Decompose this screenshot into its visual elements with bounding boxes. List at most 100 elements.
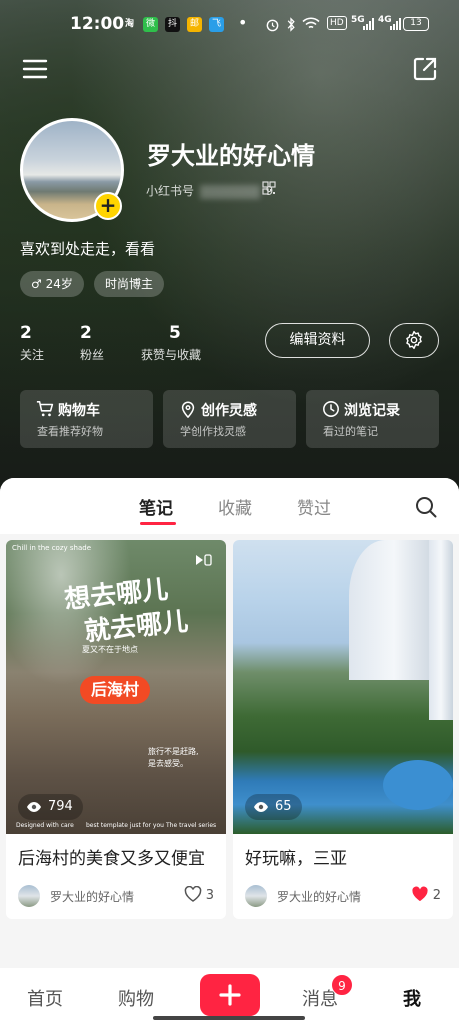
alarm-icon [266,19,279,32]
tab-notes[interactable]: 笔记 [139,494,173,519]
quick-card-inspiration[interactable]: 创作灵感 学创作找灵感 [163,390,296,448]
cover-footer-3: The travel series [166,822,217,829]
wechat-app-icon: 微 [143,17,158,32]
nav-shop[interactable]: 购物 [118,985,154,1011]
note-footer: 罗大业的好心情 3 [6,873,226,919]
nav-me[interactable]: 我 [403,985,421,1011]
hotel-tower [349,540,439,680]
notification-dot-icon: • [238,13,248,32]
stat-following[interactable]: 2 关注 [20,323,44,363]
cover-corner-text: Chill in the cozy shade [12,544,91,552]
quick-card-subtitle: 学创作找灵感 [180,425,246,438]
note-card[interactable]: 65 好玩嘛，三亚 罗大业的好心情 2 [233,540,453,919]
eye-icon [254,802,268,812]
author-avatar[interactable] [245,885,267,907]
tab-collections[interactable]: 收藏 [218,494,252,519]
view-count: 794 [18,794,83,820]
cover-quote-2: 是去感受。 [148,759,188,768]
quick-card-title: 浏览记录 [344,403,400,419]
note-cover-image[interactable]: Chill in the cozy shade 想去哪儿 就去哪儿 夏又不在于地… [6,540,226,834]
profile-bio: 喜欢到处走走，看看 [20,240,156,258]
author-name[interactable]: 罗大业的好心情 [277,888,361,905]
taobao-app-icon: 淘 [124,19,134,29]
like-count: 2 [432,888,441,903]
stat-following-label: 关注 [20,348,45,362]
eye-icon [27,802,41,812]
view-count-value: 65 [275,799,292,814]
heart-filled-icon [412,886,428,901]
cover-quote-1: 旅行不是赶路, [148,747,199,756]
active-tab-indicator [140,522,176,525]
view-count: 65 [245,794,302,820]
video-icon [196,554,212,566]
cover-footer-2: best template just for you [86,822,164,829]
stat-followers-label: 粉丝 [80,348,105,362]
id-label: 小红书号 [146,184,195,198]
like-count: 3 [205,888,214,903]
feishu-app-icon: 飞 [209,17,224,32]
stat-followers[interactable]: 2 粉丝 [80,323,104,363]
share-icon[interactable] [412,56,438,82]
nav-home[interactable]: 首页 [27,985,63,1011]
note-title[interactable]: 后海村的美食又多又便宜 [6,834,226,873]
settings-button[interactable] [389,323,439,358]
note-card[interactable]: Chill in the cozy shade 想去哪儿 就去哪儿 夏又不在于地… [6,540,226,919]
note-title[interactable]: 好玩嘛，三亚 [233,834,453,873]
signal-icon [390,18,401,30]
cart-icon [36,401,54,417]
edit-profile-button[interactable]: 编辑资料 [265,323,370,358]
xiaohongshu-id[interactable]: 小红书号 9 [146,182,273,199]
content-tabs: 笔记 收藏 赞过 [0,478,459,534]
tag-role: 时尚博主 [94,271,165,297]
note-footer: 罗大业的好心情 2 [233,873,453,919]
plus-icon [219,984,241,1006]
qrcode-icon[interactable] [262,181,276,195]
status-time: 12:00 [70,14,125,34]
tab-liked[interactable]: 赞过 [297,494,331,519]
avatar[interactable]: + [20,118,124,222]
author-avatar[interactable] [18,885,40,907]
wifi-icon [302,17,320,29]
like-button[interactable]: 2 [411,886,441,903]
view-count-value: 794 [48,799,73,814]
stat-likes-collections[interactable]: 5 获赞与收藏 [141,323,201,363]
douyin-app-icon: 抖 [165,17,180,32]
note-cover-image[interactable]: 65 [233,540,453,834]
like-button[interactable]: 3 [184,885,214,903]
quick-card-cart[interactable]: 购物车 查看推荐好物 [20,390,153,448]
bottom-navigation: 首页 购物 消息 9 我 [0,968,459,1024]
menu-icon[interactable] [22,56,48,82]
quick-card-history[interactable]: 浏览记录 看过的笔记 [306,390,439,448]
quick-card-title: 创作灵感 [201,403,257,419]
bluetooth-icon [287,17,295,32]
battery-indicator: 13 [403,17,429,31]
hd-badge: HD [327,16,347,30]
stat-followers-value: 2 [80,323,92,343]
quick-card-subtitle: 看过的笔记 [323,425,378,438]
add-avatar-icon[interactable]: + [94,192,122,220]
home-indicator[interactable] [153,1016,305,1020]
gear-icon [406,330,422,350]
messages-badge: 9 [331,974,353,996]
cover-place-tag: 后海村 [80,676,150,704]
stat-likes-label: 获赞与收藏 [141,348,202,362]
author-name[interactable]: 罗大业的好心情 [50,888,134,905]
pool [383,760,453,810]
tag-gender-age: ♂ 24岁 [20,271,84,297]
id-redacted [199,184,260,199]
notes-section: 笔记 收藏 赞过 Chill in the cozy shade 想去哪儿 就去… [0,478,459,968]
stat-likes-value: 5 [169,323,181,343]
quick-card-subtitle: 查看推荐好物 [37,425,103,438]
cover-footer-1: Designed with care [16,822,74,829]
mail-app-icon: 邮 [187,17,202,32]
status-bar: 12:00 淘 微 抖 邮 飞 • HD 5G 4G 13 [0,0,459,50]
profile-name: 罗大业的好心情 [147,142,315,170]
stat-following-value: 2 [20,323,32,343]
signal-icon [363,18,374,30]
heart-outline-icon [184,885,202,902]
add-note-button[interactable] [200,974,260,1016]
cover-side-text: 夏又不在于地点 [82,645,138,654]
search-icon[interactable] [414,495,438,519]
clock-icon [323,401,339,417]
hotel-tower [429,540,453,720]
